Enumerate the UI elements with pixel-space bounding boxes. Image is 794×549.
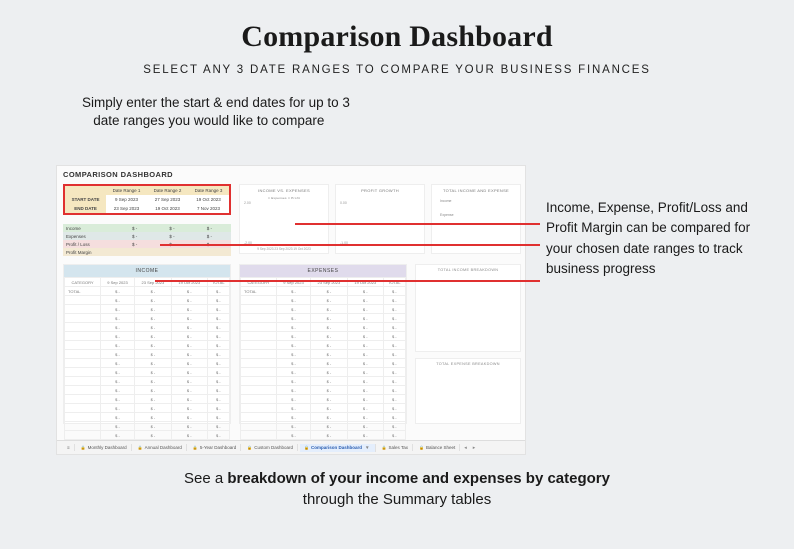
end-date-1[interactable]: 23 Sep 2023 xyxy=(106,204,147,213)
chevron-right-icon[interactable]: ▸ xyxy=(471,445,478,451)
summary-metrics: Income$ -$ -$ - Expenses$ -$ -$ - Profit… xyxy=(63,224,231,256)
chevron-down-icon: ▾ xyxy=(364,445,371,451)
tab-sales-tax[interactable]: 🔒Sales Tax xyxy=(378,444,413,451)
start-date-label: START DATE xyxy=(65,195,106,204)
lock-icon: 🔒 xyxy=(193,445,198,450)
callout-line xyxy=(155,280,540,282)
lock-icon: 🔒 xyxy=(81,445,86,450)
footer-annotation: See a breakdown of your income and expen… xyxy=(0,468,794,510)
income-summary-table: INCOME CATEGORY9 Sep 202323 Sep 202319 O… xyxy=(63,264,231,424)
tab-comparison[interactable]: 🔒Comparison Dashboard▾ xyxy=(300,444,376,452)
page-title: Comparison Dashboard xyxy=(0,20,794,54)
expense-table-grid: CATEGORY9 Sep 202323 Sep 202319 Oct 2023… xyxy=(240,277,406,440)
start-date-3[interactable]: 19 Oct 2023 xyxy=(188,195,229,204)
tab-monthly[interactable]: 🔒Monthly Dashboard xyxy=(77,444,132,451)
dashboard-heading: COMPARISON DASHBOARD xyxy=(63,170,173,179)
callout-line xyxy=(295,223,540,225)
tab-5year[interactable]: 🔒5-Year Dashboard xyxy=(189,444,241,451)
page-subtitle: SELECT ANY 3 DATE RANGES TO COMPARE YOUR… xyxy=(0,64,794,76)
date-range-block: Date Range 1 Date Range 2 Date Range 3 S… xyxy=(63,184,231,215)
spreadsheet-screenshot: COMPARISON DASHBOARD Date Range 1 Date R… xyxy=(56,165,526,455)
lock-icon: 🔒 xyxy=(138,445,143,450)
side-annotation: Income, Expense, Profit/Loss and Profit … xyxy=(546,198,756,279)
chevron-left-icon[interactable]: ◂ xyxy=(462,445,469,451)
end-date-label: END DATE xyxy=(65,204,106,213)
start-date-2[interactable]: 27 Sep 2023 xyxy=(147,195,188,204)
tab-custom[interactable]: 🔒Custom Dashboard xyxy=(243,444,298,451)
lock-icon: 🔒 xyxy=(419,445,424,450)
end-date-3[interactable]: 7 Nov 2023 xyxy=(188,204,229,213)
callout-line xyxy=(160,244,540,246)
income-breakdown-chart: TOTAL INCOME BREAKDOWN xyxy=(415,264,521,352)
tab-annual[interactable]: 🔒Annual Dashboard xyxy=(134,444,187,451)
hamburger-icon[interactable]: ≡ xyxy=(63,444,75,451)
start-date-1[interactable]: 9 Sep 2023 xyxy=(106,195,147,204)
intro-text: Simply enter the start & end dates for u… xyxy=(82,94,402,130)
expense-summary-table: EXPENSES CATEGORY9 Sep 202323 Sep 202319… xyxy=(239,264,407,424)
sheet-tabs: ≡ 🔒Monthly Dashboard 🔒Annual Dashboard 🔒… xyxy=(57,440,525,454)
tab-balance[interactable]: 🔒Balance Sheet xyxy=(415,444,460,451)
income-table-grid: CATEGORY9 Sep 202323 Sep 202319 Oct 2023… xyxy=(64,277,230,440)
expense-breakdown-chart: TOTAL EXPENSE BREAKDOWN xyxy=(415,358,521,424)
lock-icon: 🔒 xyxy=(382,445,387,450)
end-date-2[interactable]: 19 Oct 2023 xyxy=(147,204,188,213)
lock-icon: 🔒 xyxy=(247,445,252,450)
lock-icon: 🔒 xyxy=(304,445,309,450)
